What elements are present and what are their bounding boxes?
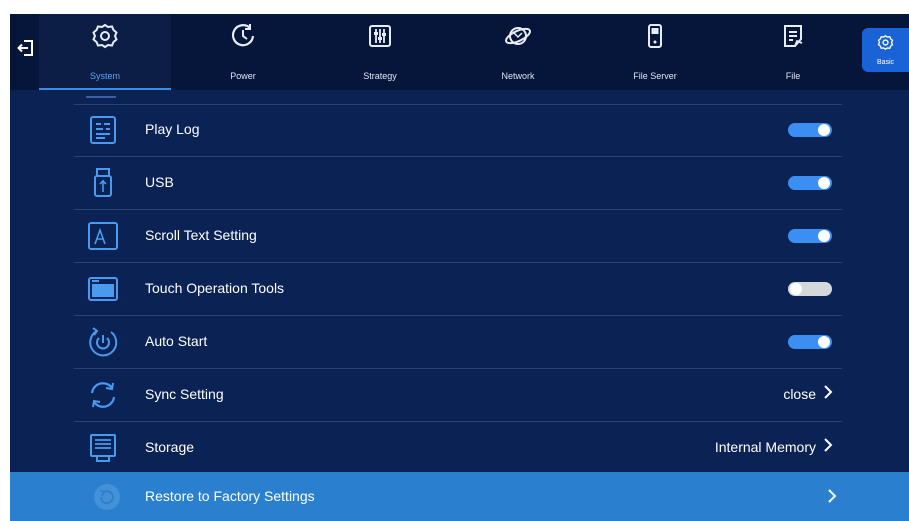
toggle-knob bbox=[818, 336, 830, 348]
chevron-right-icon bbox=[824, 385, 833, 399]
setting-row-usb[interactable]: USB bbox=[74, 157, 842, 210]
globe-icon bbox=[505, 27, 531, 45]
tab-label: Strategy bbox=[363, 71, 397, 81]
restore-icon bbox=[94, 484, 120, 510]
tab-label: Network bbox=[501, 71, 535, 81]
chevron-right-icon bbox=[824, 438, 833, 452]
tab-system[interactable]: System bbox=[39, 14, 171, 90]
setting-row-scroll-text[interactable]: Scroll Text Setting bbox=[74, 210, 842, 263]
chevron-right-icon bbox=[828, 489, 837, 503]
setting-row-touch-tools[interactable]: Touch Operation Tools bbox=[74, 263, 842, 316]
list-item-partial bbox=[74, 90, 842, 105]
touch-tools-icon bbox=[88, 277, 118, 301]
text-icon bbox=[88, 222, 118, 250]
toggle-knob bbox=[818, 230, 830, 242]
storage-icon bbox=[90, 434, 116, 462]
usb-icon bbox=[94, 168, 112, 197]
gear-icon bbox=[92, 23, 118, 49]
log-icon bbox=[90, 116, 116, 144]
scroll-text-toggle[interactable] bbox=[788, 229, 832, 243]
setting-row-storage[interactable]: Storage Internal Memory bbox=[74, 422, 842, 475]
setting-label: USB bbox=[145, 174, 174, 190]
server-icon bbox=[648, 24, 662, 48]
tab-strategy[interactable]: Strategy bbox=[314, 14, 446, 90]
storage-value: Internal Memory bbox=[714, 439, 816, 455]
usb-toggle[interactable] bbox=[788, 176, 832, 190]
tab-label: File bbox=[785, 71, 801, 81]
setting-row-sync[interactable]: Sync Setting close bbox=[74, 369, 842, 422]
tab-file-server[interactable]: File Server bbox=[589, 14, 721, 90]
gear-icon bbox=[877, 35, 894, 50]
toggle-knob bbox=[818, 124, 830, 136]
basic-label: Basic bbox=[876, 59, 895, 66]
tab-file[interactable]: File bbox=[727, 14, 859, 90]
settings-list: Play Log USB Scroll Text Setting Touch O… bbox=[10, 90, 909, 521]
power-clock-icon bbox=[231, 24, 255, 47]
setting-label: Sync Setting bbox=[145, 386, 224, 402]
auto-start-toggle[interactable] bbox=[788, 335, 832, 349]
setting-label: Scroll Text Setting bbox=[145, 227, 257, 243]
setting-label: Storage bbox=[145, 439, 195, 455]
setting-label: Restore to Factory Settings bbox=[145, 488, 315, 504]
document-icon bbox=[784, 25, 803, 47]
sync-value: close bbox=[783, 386, 816, 402]
setting-label: Auto Start bbox=[145, 333, 208, 349]
toggle-knob bbox=[818, 177, 830, 189]
tab-network[interactable]: Network bbox=[452, 14, 584, 90]
tab-label: System bbox=[89, 71, 120, 81]
sliders-icon bbox=[369, 25, 391, 47]
auto-start-icon bbox=[89, 327, 118, 357]
toggle-knob bbox=[790, 283, 802, 295]
basic-mode-button[interactable]: Basic bbox=[862, 28, 909, 72]
settings-screen: System Power Strategy Network File Serve… bbox=[10, 14, 909, 521]
setting-row-play-log[interactable]: Play Log bbox=[74, 104, 842, 157]
play-log-toggle[interactable] bbox=[788, 123, 832, 137]
tab-power[interactable]: Power bbox=[177, 14, 309, 90]
setting-row-auto-start[interactable]: Auto Start bbox=[74, 316, 842, 369]
tab-label: File Server bbox=[633, 71, 677, 81]
tab-label: Power bbox=[230, 71, 256, 81]
setting-row-restore-factory[interactable]: Restore to Factory Settings bbox=[10, 472, 909, 521]
setting-label: Touch Operation Tools bbox=[145, 280, 285, 296]
top-nav: System Power Strategy Network File Serve… bbox=[10, 14, 909, 90]
sync-icon bbox=[90, 382, 116, 408]
partial-icon bbox=[86, 88, 116, 98]
touch-tools-toggle[interactable] bbox=[788, 282, 832, 296]
setting-label: Play Log bbox=[145, 121, 200, 137]
exit-icon[interactable] bbox=[15, 38, 37, 60]
